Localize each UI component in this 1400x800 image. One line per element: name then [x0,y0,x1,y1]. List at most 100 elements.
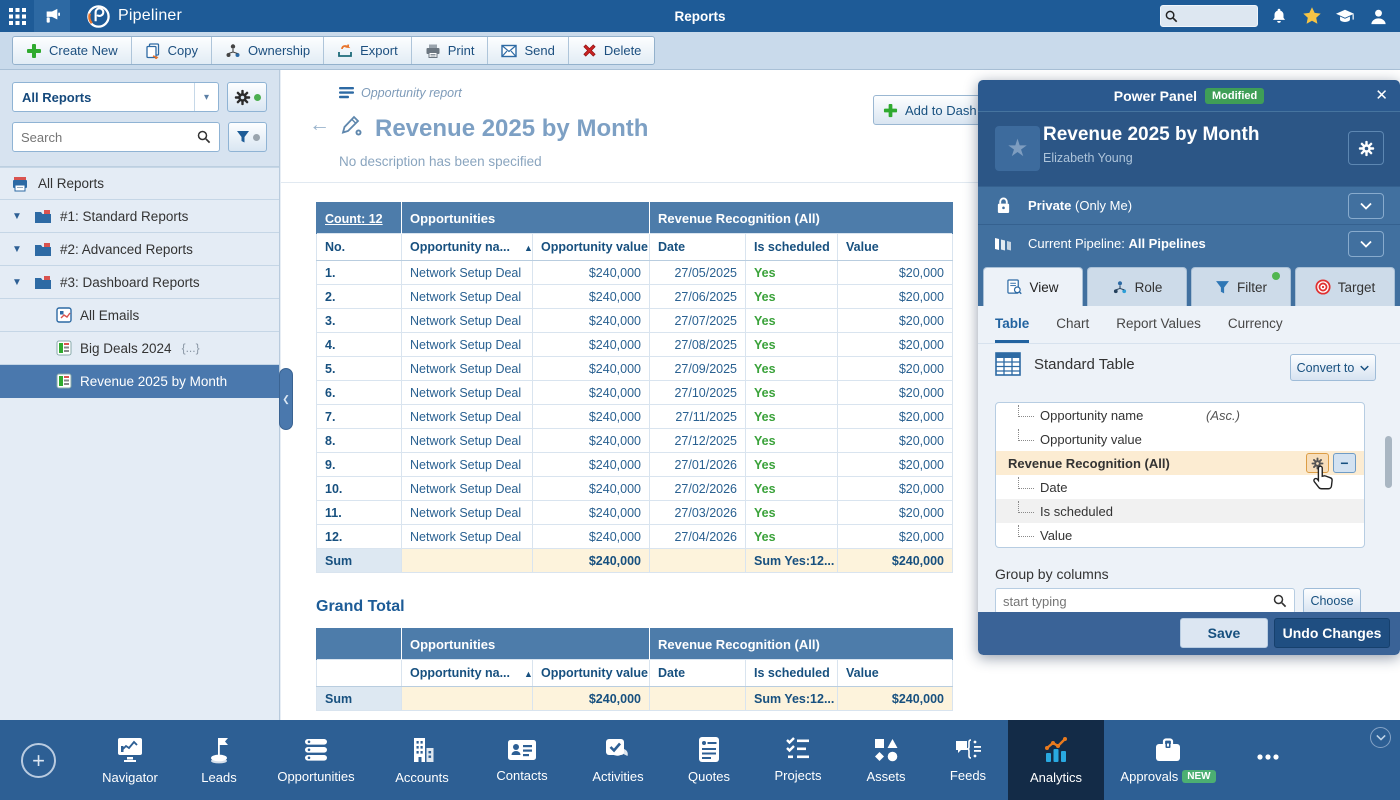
subtab-currency[interactable]: Currency [1228,316,1283,343]
count-link[interactable]: Count: 12 [325,212,383,226]
convert-to-button[interactable]: Convert to [1290,354,1376,381]
delete-button[interactable]: Delete [569,37,655,64]
tab-filter[interactable]: Filter [1191,267,1291,306]
report-collection-select[interactable]: All Reports ▾ [12,82,219,112]
nav-opportunities[interactable]: Opportunities [262,720,370,800]
app-grid-button[interactable] [0,0,34,32]
edit-report-button[interactable] [340,114,364,138]
sidebar-search-input[interactable] [21,130,197,145]
subtab-chart[interactable]: Chart [1056,316,1089,343]
table-row[interactable]: 4.Network Setup Deal$240,00027/08/2025Ye… [317,333,953,357]
nav-accounts[interactable]: Accounts [370,720,474,800]
panel-scrollbar-thumb[interactable] [1385,436,1392,488]
group-by-input[interactable] [1003,594,1273,609]
quick-add-button[interactable]: + [21,743,56,778]
subtab-report-values[interactable]: Report Values [1116,316,1201,343]
table-row[interactable]: 7.Network Setup Deal$240,00027/11/2025Ye… [317,405,953,429]
sidebar-item-revenue-2025-by-month[interactable]: Revenue 2025 by Month [0,365,279,398]
table-row[interactable]: 11.Network Setup Deal$240,00027/03/2026Y… [317,501,953,525]
favorite-star-tile[interactable]: ★ [995,126,1040,171]
col-no[interactable]: No. [317,234,402,261]
tree-item-date[interactable]: Date [996,475,1364,499]
export-button[interactable]: Export [324,37,412,64]
ownership-button[interactable]: Ownership [212,37,324,64]
learning-button[interactable] [1333,4,1357,28]
favorites-button[interactable] [1300,4,1324,28]
table-row[interactable]: 3.Network Setup Deal$240,00027/07/2025Ye… [317,309,953,333]
tab-role[interactable]: Role [1087,267,1187,306]
sidebar-filter-button[interactable] [228,122,267,152]
undo-changes-button[interactable]: Undo Changes [1274,618,1390,648]
sidebar-search[interactable] [12,122,220,152]
col-is-scheduled[interactable]: Is scheduled [746,234,838,261]
pipeline-row[interactable]: Current Pipeline: All Pipelines [978,224,1400,262]
group-by-search[interactable] [995,588,1295,614]
subtab-table[interactable]: Table [995,316,1029,343]
nav-approvals[interactable]: ApprovalsNEW [1104,720,1232,800]
chevron-expanded-icon[interactable]: ▼ [12,277,26,288]
col-opportunity-name[interactable]: Opportunity na...▲ [402,234,533,261]
nav-quotes[interactable]: Quotes [666,720,752,800]
tree-item-opportunity-value[interactable]: Opportunity value [996,427,1364,451]
col-value[interactable]: Value [838,234,953,261]
tree-item-value[interactable]: Value [996,523,1364,547]
sidebar-item-big-deals-2024[interactable]: Big Deals 2024 {...} [0,332,279,365]
table-row[interactable]: 5.Network Setup Deal$240,00027/09/2025Ye… [317,357,953,381]
table-row[interactable]: 1.Network Setup Deal$240,00027/05/2025Ye… [317,261,953,285]
privacy-expand-button[interactable] [1348,193,1384,219]
nav-analytics[interactable]: Analytics [1008,720,1104,800]
panel-report-title: Revenue 2025 by Month [1043,124,1259,146]
nav-activities[interactable]: Activities [570,720,666,800]
table-row[interactable]: 9.Network Setup Deal$240,00027/01/2026Ye… [317,453,953,477]
sidebar-folder-advanced-reports[interactable]: ▼ #2: Advanced Reports [0,233,279,266]
col-date[interactable]: Date [650,234,746,261]
add-to-dashboard-button[interactable]: Add to Dash [873,95,993,125]
notifications-button[interactable] [1267,4,1291,28]
col-opportunity-value[interactable]: Opportunity value [533,234,650,261]
table-row[interactable]: 10.Network Setup Deal$240,00027/02/2026Y… [317,477,953,501]
chevron-expanded-icon[interactable]: ▼ [12,211,26,222]
remove-column-button[interactable]: − [1333,453,1356,473]
panel-settings-button[interactable] [1348,131,1384,165]
nav-leads[interactable]: Leads [176,720,262,800]
print-button[interactable]: Print [412,37,489,64]
nav-feeds[interactable]: Feeds [928,720,1008,800]
nav-collapse-button[interactable] [1370,727,1391,748]
sidebar-item-all-reports[interactable]: All Reports [0,167,279,200]
table-row[interactable]: 6.Network Setup Deal$240,00027/10/2025Ye… [317,381,953,405]
sidebar-settings-button[interactable] [227,82,267,112]
tab-view[interactable]: View [983,267,1083,306]
sidebar-item-all-emails[interactable]: All Emails [0,299,279,332]
privacy-row[interactable]: Private (Only Me) [978,186,1400,224]
chevron-expanded-icon[interactable]: ▼ [12,244,26,255]
sidebar-collapse-handle[interactable]: ❮ [279,368,293,430]
global-search-input[interactable] [1178,9,1252,23]
nav-contacts[interactable]: Contacts [474,720,570,800]
create-new-button[interactable]: Create New [13,37,132,64]
sidebar-folder-standard-reports[interactable]: ▼ #1: Standard Reports [0,200,279,233]
choose-button[interactable]: Choose [1303,588,1361,614]
tree-item-opportunity-name[interactable]: Opportunity name (Asc.) [996,403,1364,427]
copy-button[interactable]: Copy [132,37,212,64]
pipeline-expand-button[interactable] [1348,231,1384,257]
nav-projects[interactable]: Projects [752,720,844,800]
send-button[interactable]: Send [488,37,568,64]
tree-item-is-scheduled[interactable]: Is scheduled [996,499,1364,523]
folder-icon [34,242,52,257]
table-row[interactable]: 2.Network Setup Deal$240,00027/06/2025Ye… [317,285,953,309]
tab-target[interactable]: Target [1295,267,1395,306]
tree-item-revenue-recognition[interactable]: Revenue Recognition (All) − [996,451,1364,475]
global-search[interactable] [1160,5,1258,27]
save-button[interactable]: Save [1180,618,1268,648]
column-settings-button[interactable] [1306,453,1329,473]
nav-assets[interactable]: Assets [844,720,928,800]
nav-navigator[interactable]: Navigator [84,720,176,800]
close-icon[interactable]: ✕ [1375,86,1388,104]
announcements-button[interactable] [34,0,70,32]
table-row[interactable]: 8.Network Setup Deal$240,00027/12/2025Ye… [317,429,953,453]
sidebar-folder-dashboard-reports[interactable]: ▼ #3: Dashboard Reports [0,266,279,299]
table-row[interactable]: 12.Network Setup Deal$240,00027/04/2026Y… [317,525,953,549]
back-button[interactable]: ← [309,114,330,135]
nav-more-button[interactable] [1232,720,1304,800]
profile-button[interactable] [1366,4,1390,28]
